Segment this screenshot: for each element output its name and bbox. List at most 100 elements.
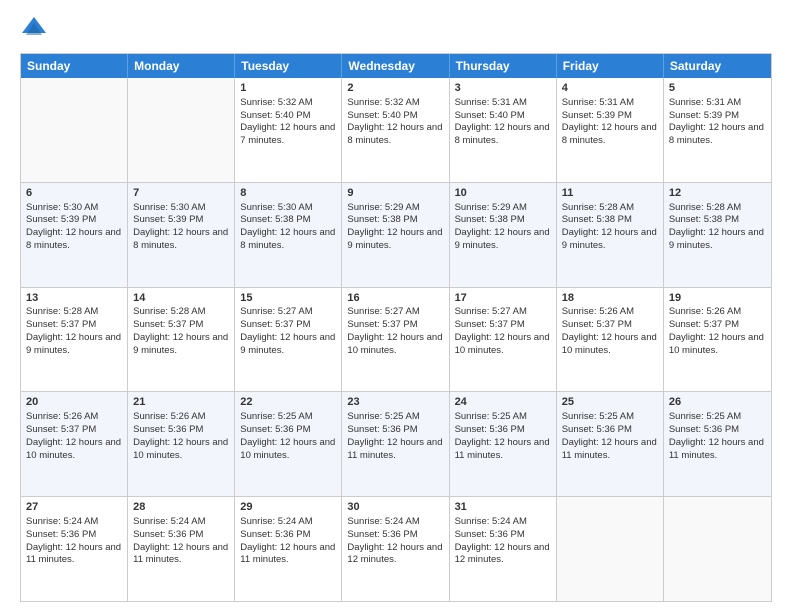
daylight-text: Daylight: 12 hours and 7 minutes.: [240, 122, 336, 148]
table-row: 12Sunrise: 5:28 AMSunset: 5:38 PMDayligh…: [664, 183, 771, 287]
day-number: 1: [240, 81, 336, 96]
sunset-text: Sunset: 5:38 PM: [562, 214, 658, 227]
day-number: 10: [455, 186, 551, 201]
table-row: 18Sunrise: 5:26 AMSunset: 5:37 PMDayligh…: [557, 288, 664, 392]
sunrise-text: Sunrise: 5:30 AM: [240, 202, 336, 215]
daylight-text: Daylight: 12 hours and 8 minutes.: [669, 122, 766, 148]
day-number: 5: [669, 81, 766, 96]
table-row: 7Sunrise: 5:30 AMSunset: 5:39 PMDaylight…: [128, 183, 235, 287]
logo-icon: [20, 15, 48, 43]
daylight-text: Daylight: 12 hours and 9 minutes.: [562, 227, 658, 253]
daylight-text: Daylight: 12 hours and 10 minutes.: [455, 332, 551, 358]
daylight-text: Daylight: 12 hours and 8 minutes.: [133, 227, 229, 253]
sunrise-text: Sunrise: 5:25 AM: [347, 411, 443, 424]
day-number: 28: [133, 500, 229, 515]
header-day-saturday: Saturday: [664, 54, 771, 78]
sunrise-text: Sunrise: 5:31 AM: [562, 97, 658, 110]
table-row: 2Sunrise: 5:32 AMSunset: 5:40 PMDaylight…: [342, 78, 449, 182]
daylight-text: Daylight: 12 hours and 10 minutes.: [669, 332, 766, 358]
day-number: 14: [133, 291, 229, 306]
sunset-text: Sunset: 5:37 PM: [240, 319, 336, 332]
sunrise-text: Sunrise: 5:31 AM: [455, 97, 551, 110]
table-row: 1Sunrise: 5:32 AMSunset: 5:40 PMDaylight…: [235, 78, 342, 182]
day-number: 12: [669, 186, 766, 201]
daylight-text: Daylight: 12 hours and 8 minutes.: [455, 122, 551, 148]
header-day-sunday: Sunday: [21, 54, 128, 78]
sunset-text: Sunset: 5:39 PM: [26, 214, 122, 227]
sunset-text: Sunset: 5:39 PM: [562, 110, 658, 123]
header: [20, 15, 772, 43]
table-row: [21, 78, 128, 182]
daylight-text: Daylight: 12 hours and 9 minutes.: [240, 332, 336, 358]
calendar-body: 1Sunrise: 5:32 AMSunset: 5:40 PMDaylight…: [21, 78, 771, 601]
table-row: 8Sunrise: 5:30 AMSunset: 5:38 PMDaylight…: [235, 183, 342, 287]
sunset-text: Sunset: 5:36 PM: [133, 424, 229, 437]
table-row: 25Sunrise: 5:25 AMSunset: 5:36 PMDayligh…: [557, 392, 664, 496]
page: SundayMondayTuesdayWednesdayThursdayFrid…: [0, 0, 792, 612]
sunrise-text: Sunrise: 5:25 AM: [669, 411, 766, 424]
sunset-text: Sunset: 5:36 PM: [562, 424, 658, 437]
sunrise-text: Sunrise: 5:28 AM: [26, 306, 122, 319]
daylight-text: Daylight: 12 hours and 9 minutes.: [133, 332, 229, 358]
day-number: 7: [133, 186, 229, 201]
sunset-text: Sunset: 5:37 PM: [455, 319, 551, 332]
table-row: 15Sunrise: 5:27 AMSunset: 5:37 PMDayligh…: [235, 288, 342, 392]
sunset-text: Sunset: 5:36 PM: [455, 529, 551, 542]
sunrise-text: Sunrise: 5:29 AM: [455, 202, 551, 215]
header-day-friday: Friday: [557, 54, 664, 78]
day-number: 13: [26, 291, 122, 306]
sunset-text: Sunset: 5:36 PM: [240, 424, 336, 437]
day-number: 16: [347, 291, 443, 306]
day-number: 23: [347, 395, 443, 410]
sunrise-text: Sunrise: 5:27 AM: [240, 306, 336, 319]
week-row-3: 13Sunrise: 5:28 AMSunset: 5:37 PMDayligh…: [21, 287, 771, 392]
sunset-text: Sunset: 5:40 PM: [455, 110, 551, 123]
sunrise-text: Sunrise: 5:26 AM: [669, 306, 766, 319]
table-row: 30Sunrise: 5:24 AMSunset: 5:36 PMDayligh…: [342, 497, 449, 601]
day-number: 18: [562, 291, 658, 306]
sunrise-text: Sunrise: 5:24 AM: [240, 516, 336, 529]
sunset-text: Sunset: 5:38 PM: [240, 214, 336, 227]
sunrise-text: Sunrise: 5:28 AM: [562, 202, 658, 215]
daylight-text: Daylight: 12 hours and 8 minutes.: [347, 122, 443, 148]
header-day-thursday: Thursday: [450, 54, 557, 78]
daylight-text: Daylight: 12 hours and 10 minutes.: [133, 437, 229, 463]
table-row: 31Sunrise: 5:24 AMSunset: 5:36 PMDayligh…: [450, 497, 557, 601]
table-row: 6Sunrise: 5:30 AMSunset: 5:39 PMDaylight…: [21, 183, 128, 287]
sunrise-text: Sunrise: 5:26 AM: [133, 411, 229, 424]
daylight-text: Daylight: 12 hours and 10 minutes.: [240, 437, 336, 463]
table-row: [128, 78, 235, 182]
daylight-text: Daylight: 12 hours and 8 minutes.: [240, 227, 336, 253]
table-row: 28Sunrise: 5:24 AMSunset: 5:36 PMDayligh…: [128, 497, 235, 601]
sunset-text: Sunset: 5:37 PM: [26, 319, 122, 332]
day-number: 4: [562, 81, 658, 96]
table-row: 13Sunrise: 5:28 AMSunset: 5:37 PMDayligh…: [21, 288, 128, 392]
table-row: 23Sunrise: 5:25 AMSunset: 5:36 PMDayligh…: [342, 392, 449, 496]
sunset-text: Sunset: 5:38 PM: [455, 214, 551, 227]
header-day-tuesday: Tuesday: [235, 54, 342, 78]
sunrise-text: Sunrise: 5:26 AM: [562, 306, 658, 319]
daylight-text: Daylight: 12 hours and 11 minutes.: [240, 542, 336, 568]
sunset-text: Sunset: 5:36 PM: [347, 529, 443, 542]
day-number: 25: [562, 395, 658, 410]
sunrise-text: Sunrise: 5:28 AM: [133, 306, 229, 319]
sunset-text: Sunset: 5:36 PM: [240, 529, 336, 542]
sunrise-text: Sunrise: 5:32 AM: [240, 97, 336, 110]
table-row: 5Sunrise: 5:31 AMSunset: 5:39 PMDaylight…: [664, 78, 771, 182]
sunset-text: Sunset: 5:40 PM: [240, 110, 336, 123]
day-number: 26: [669, 395, 766, 410]
day-number: 17: [455, 291, 551, 306]
daylight-text: Daylight: 12 hours and 11 minutes.: [455, 437, 551, 463]
day-number: 20: [26, 395, 122, 410]
day-number: 24: [455, 395, 551, 410]
day-number: 8: [240, 186, 336, 201]
sunrise-text: Sunrise: 5:27 AM: [347, 306, 443, 319]
table-row: 10Sunrise: 5:29 AMSunset: 5:38 PMDayligh…: [450, 183, 557, 287]
table-row: 29Sunrise: 5:24 AMSunset: 5:36 PMDayligh…: [235, 497, 342, 601]
day-number: 19: [669, 291, 766, 306]
sunrise-text: Sunrise: 5:24 AM: [347, 516, 443, 529]
daylight-text: Daylight: 12 hours and 11 minutes.: [669, 437, 766, 463]
sunrise-text: Sunrise: 5:28 AM: [669, 202, 766, 215]
daylight-text: Daylight: 12 hours and 9 minutes.: [455, 227, 551, 253]
sunset-text: Sunset: 5:36 PM: [669, 424, 766, 437]
